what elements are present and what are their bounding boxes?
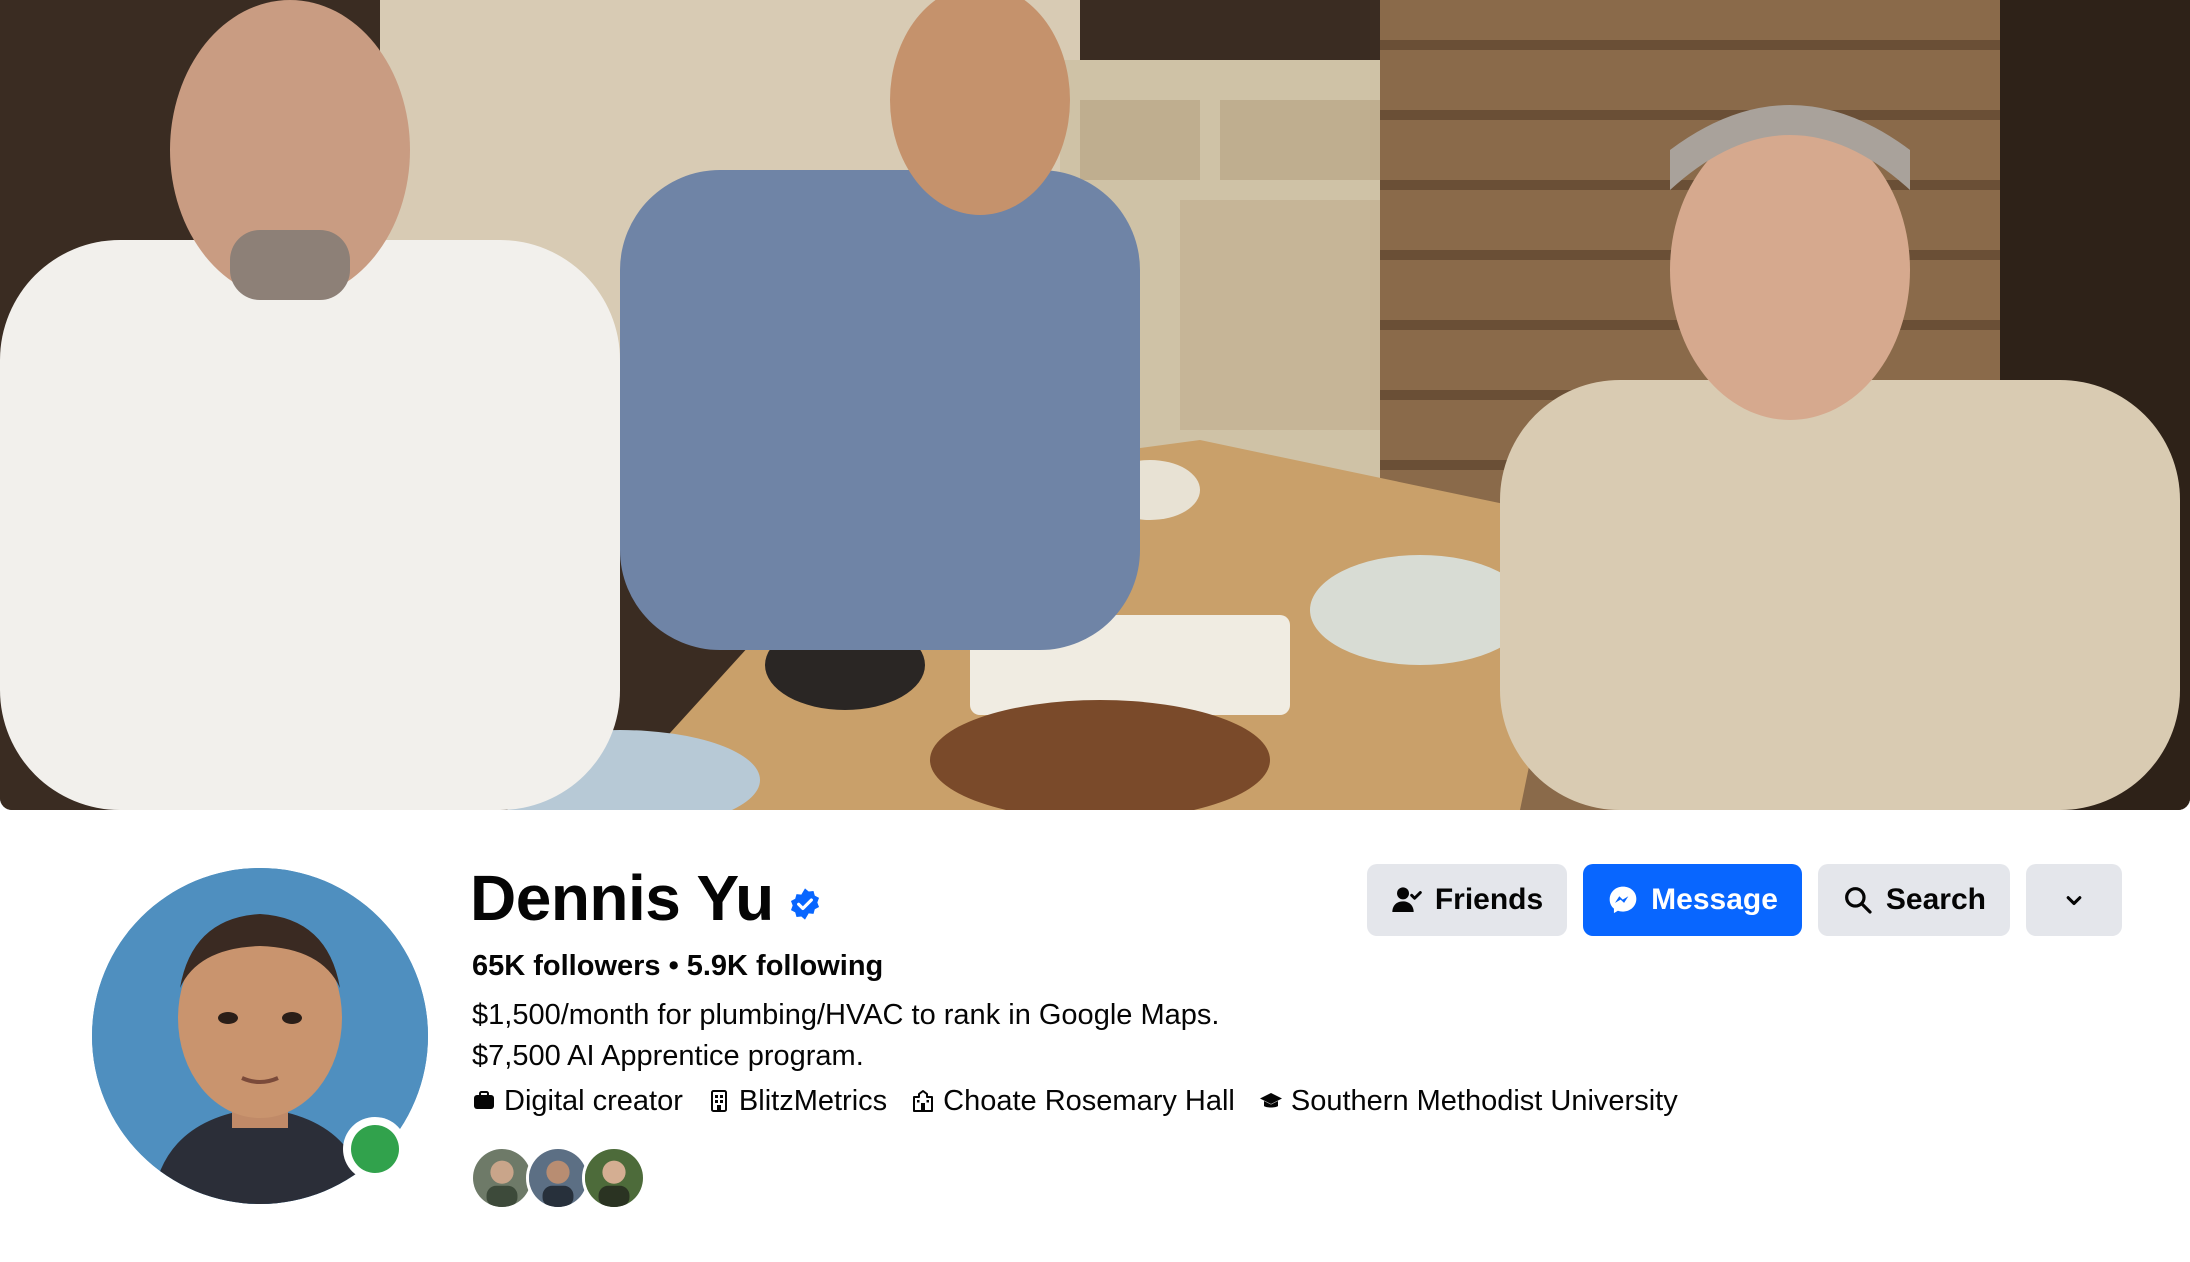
verified-badge-icon[interactable] [788, 887, 822, 921]
stats-separator: • [668, 950, 679, 982]
profile-actions: Friends Message Search [1351, 864, 2122, 936]
briefcase-icon [472, 1089, 496, 1113]
follow-stats: 65K followers • 5.9K following [472, 948, 883, 984]
online-status-indicator [343, 1117, 407, 1181]
detail-label: Digital creator [504, 1085, 683, 1117]
profile-details: Digital creator BlitzMetrics Choate Rose… [472, 1083, 1702, 1119]
message-label: Message [1651, 883, 1778, 916]
friends-label: Friends [1434, 883, 1544, 916]
friends-button[interactable]: Friends [1366, 864, 1568, 936]
school-icon [911, 1089, 935, 1113]
detail-digital-creator: Digital creator [472, 1083, 683, 1119]
search-label: Search [1885, 883, 1986, 916]
detail-blitzmetrics[interactable]: BlitzMetrics [707, 1083, 887, 1119]
building-icon [707, 1089, 731, 1113]
friend-avatar[interactable] [526, 1146, 590, 1210]
message-button[interactable]: Message [1583, 864, 1802, 936]
messenger-icon [1607, 884, 1639, 916]
detail-label: Choate Rosemary Hall [943, 1085, 1235, 1117]
profile-name-row: Dennis Yu [470, 862, 822, 934]
detail-choate[interactable]: Choate Rosemary Hall [911, 1083, 1235, 1119]
chevron-down-icon [2060, 886, 2088, 914]
search-button[interactable]: Search [1817, 864, 2010, 936]
search-icon [1842, 884, 1874, 916]
friend-avatar[interactable] [582, 1146, 646, 1210]
bio-line: $1,500/month for plumbing/HVAC to rank i… [472, 999, 1220, 1031]
mutual-friends-avatars[interactable] [470, 1146, 646, 1210]
friend-avatar[interactable] [470, 1146, 534, 1210]
detail-label: Southern Methodist University [1290, 1085, 1678, 1117]
cover-photo-image [0, 0, 2190, 810]
profile-bio: $1,500/month for plumbing/HVAC to rank i… [472, 995, 1219, 1077]
friend-check-icon [1391, 884, 1423, 916]
followers-count[interactable]: 65K followers [472, 950, 661, 982]
detail-smu[interactable]: Southern Methodist University [1259, 1083, 1678, 1119]
more-options-button[interactable] [2026, 864, 2122, 936]
graduation-cap-icon [1259, 1089, 1283, 1113]
bio-line: $7,500 AI Apprentice program. [472, 1040, 864, 1072]
cover-photo[interactable] [0, 0, 2190, 810]
profile-name: Dennis Yu [470, 862, 774, 934]
following-count[interactable]: 5.9K following [687, 950, 884, 982]
detail-label: BlitzMetrics [738, 1085, 888, 1117]
